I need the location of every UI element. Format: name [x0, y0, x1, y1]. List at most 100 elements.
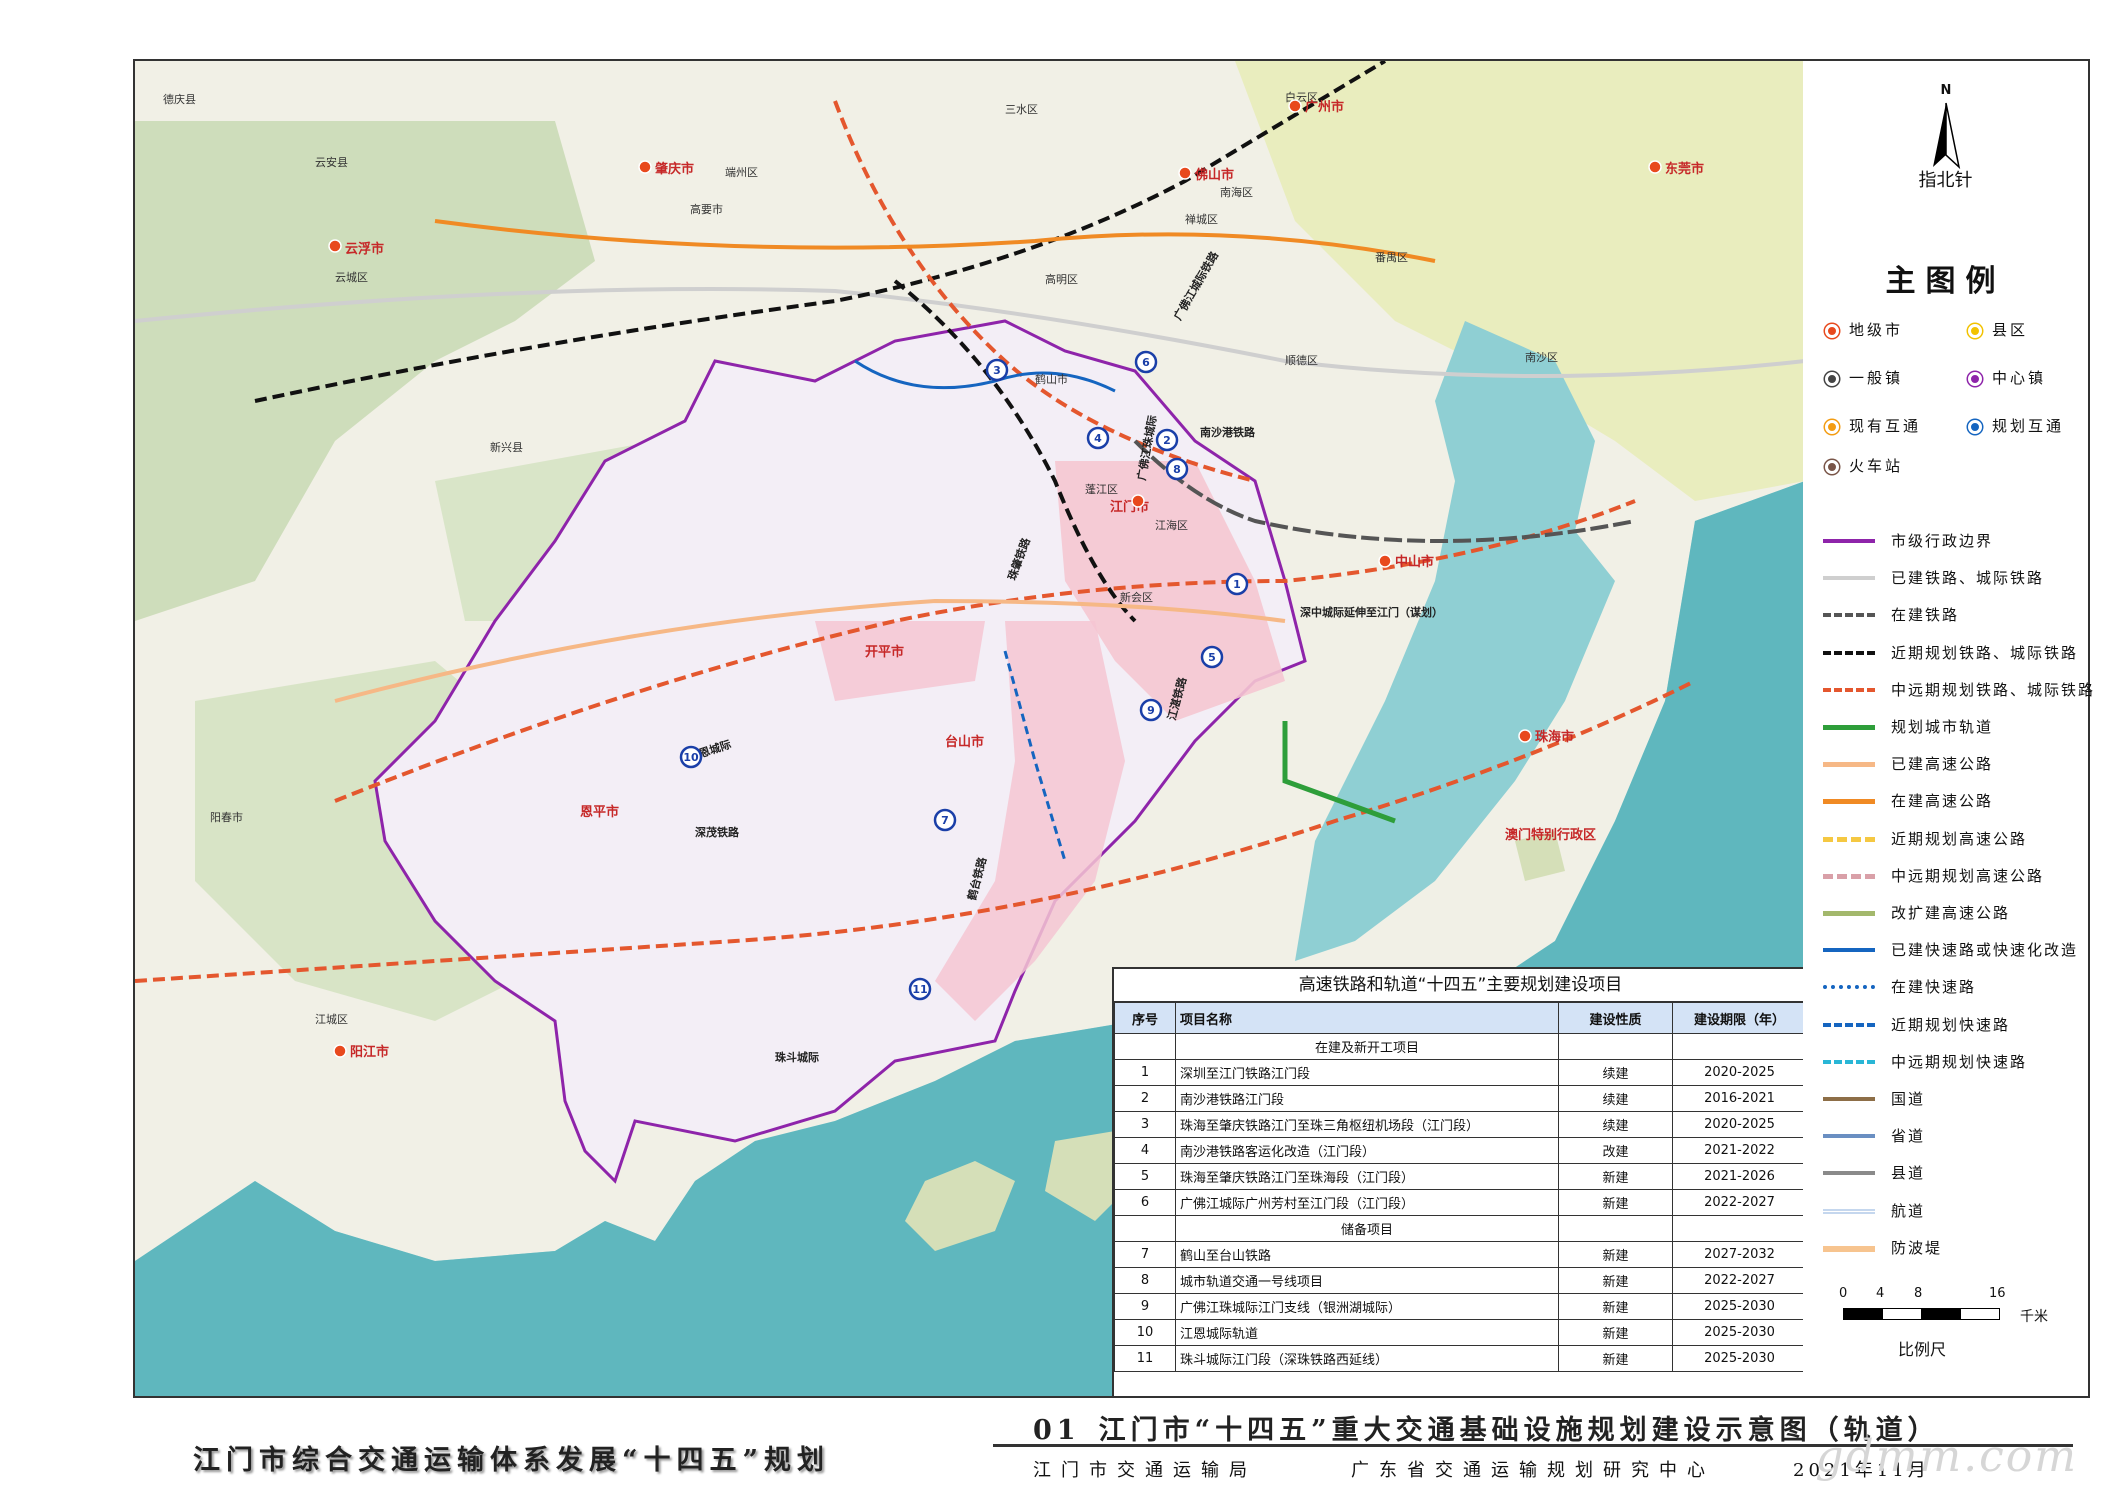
cell-no: 1 [1114, 1059, 1176, 1086]
cell-status: 新建 [1558, 1241, 1673, 1268]
legend-point-label: 规划互通 [1992, 417, 2065, 435]
table-row: 7 鹤山至台山铁路 新建 2027-2032 [1114, 1241, 1805, 1268]
legend-line-label: 中远期规划铁路、城际铁路 [1891, 681, 2096, 699]
legend-line-item: 已建铁路、城际铁路 [1823, 564, 2083, 590]
table-row: 3 珠海至肇庆铁路江门至珠三角枢纽机场段（江门段） 续建 2020-2025 [1114, 1111, 1805, 1138]
rail-label-shenmao: 深茂铁路 [695, 825, 740, 839]
legend-line-label: 防波堤 [1891, 1239, 1943, 1257]
watermark: gdmm.com [1815, 1431, 2078, 1482]
svg-text:11: 11 [912, 983, 927, 996]
project-table-grid: 序号 项目名称 建设性质 建设期限（年） 在建及新开工项目 1 深圳至江门铁路江门段… [1114, 1002, 1805, 1372]
project-marker-2[interactable]: 2 [1155, 428, 1179, 452]
planned-interchange-icon [1968, 420, 1982, 434]
legend-line-item: 近期规划高速公路 [1823, 825, 2083, 851]
legend-line-label: 近期规划铁路、城际铁路 [1891, 644, 2079, 662]
place-label-zhaoqing: 肇庆市 [654, 161, 694, 177]
prefecture-city-marker [328, 239, 342, 253]
legend-line-item: 国道 [1823, 1085, 2083, 1111]
legend-point-item: 现有互通 [1825, 415, 1921, 436]
legend-point-label: 中心镇 [1992, 369, 2047, 387]
project-marker-6[interactable]: 6 [1134, 350, 1158, 374]
place-label-macau: 澳门特别行政区 [1505, 827, 1596, 843]
place-label-gaoming: 高明区 [1045, 272, 1078, 286]
place-label-kaiping: 开平市 [865, 644, 904, 660]
prefecture-city-marker [1131, 494, 1145, 508]
county-district-icon [1968, 324, 1982, 338]
place-label-yuncheng: 云城区 [335, 271, 368, 284]
place-label-foshan: 佛山市 [1194, 167, 1234, 183]
legend-line-label: 改扩建高速公路 [1891, 904, 2011, 922]
place-label-guangzhou: 广州市 [1305, 99, 1344, 115]
legend-point-label: 一般镇 [1849, 369, 1904, 387]
scale-title: 比例尺 [1898, 1340, 1947, 1359]
town-icon [1825, 372, 1839, 386]
cell-period: 2025-2030 [1672, 1319, 1805, 1346]
svg-text:6: 6 [1142, 356, 1150, 369]
legend-line-swatch [1823, 613, 1875, 617]
header-name: 项目名称 [1175, 1002, 1559, 1034]
legend-line-item: 规划城市轨道 [1823, 713, 2083, 739]
table-header-row: 序号 项目名称 建设性质 建设期限（年） [1114, 1002, 1805, 1034]
legend-line-swatch [1823, 1097, 1875, 1101]
legend-line-swatch [1823, 874, 1875, 879]
place-label-duanzhou: 端州区 [725, 166, 758, 179]
project-marker-10[interactable]: 10 [679, 745, 703, 769]
legend-line-label: 已建铁路、城际铁路 [1891, 569, 2045, 587]
place-label-enping: 恩平市 [580, 804, 619, 820]
place-label-deqing: 德庆县 [163, 92, 196, 106]
project-marker-7[interactable]: 7 [933, 808, 957, 832]
cell-name: 珠海至肇庆铁路江门至珠海段（江门段） [1175, 1163, 1559, 1190]
section-title: 在建及新开工项目 [1175, 1033, 1559, 1060]
rail-label-shenzhong: 深中城际延伸至江门（谋划） [1300, 605, 1443, 619]
header-no: 序号 [1114, 1002, 1176, 1034]
cell-period: 2025-2030 [1672, 1293, 1805, 1320]
project-marker-1[interactable]: 1 [1225, 572, 1249, 596]
project-marker-8[interactable]: 8 [1165, 457, 1189, 481]
project-marker-3[interactable]: 3 [985, 358, 1009, 382]
existing-interchange-icon [1825, 420, 1839, 434]
cell-period: 2022-2027 [1672, 1189, 1805, 1216]
section-empty-cell [1114, 1033, 1176, 1060]
prefecture-city-marker [638, 160, 652, 174]
legend-line-label: 近期规划快速路 [1891, 1016, 2011, 1034]
cell-status: 续建 [1558, 1059, 1673, 1086]
cell-name: 珠斗城际江门段（深珠铁路西延线） [1175, 1345, 1559, 1372]
table-row: 5 珠海至肇庆铁路江门至珠海段（江门段） 新建 2021-2026 [1114, 1163, 1805, 1190]
project-marker-11[interactable]: 11 [908, 977, 932, 1001]
place-label-zhuhai: 珠海市 [1535, 729, 1574, 745]
project-marker-9[interactable]: 9 [1139, 698, 1163, 722]
section-title: 储备项目 [1175, 1215, 1559, 1242]
project-marker-4[interactable]: 4 [1086, 426, 1110, 450]
place-label-taishan: 台山市 [945, 734, 984, 750]
prefecture-city-marker [1288, 99, 1302, 113]
cell-no: 10 [1114, 1319, 1176, 1346]
legend-line-label: 中远期规划快速路 [1891, 1053, 2028, 1071]
project-marker-5[interactable]: 5 [1200, 645, 1224, 669]
place-label-yangjiang: 阳江市 [350, 1044, 389, 1060]
cell-status: 新建 [1558, 1293, 1673, 1320]
legend-line-swatch [1823, 1209, 1875, 1214]
legend-line-item: 县道 [1823, 1159, 2083, 1185]
cell-period: 2022-2027 [1672, 1267, 1805, 1294]
cell-period: 2016-2021 [1672, 1085, 1805, 1112]
cell-period: 2020-2025 [1672, 1111, 1805, 1138]
scale-tick: 8 [1914, 1286, 1923, 1301]
map-title: 01 江门市“十四五”重大交通基础设施规划建设示意图（轨道） [1033, 1408, 1940, 1447]
map-canvas[interactable]: 德庆县 三水区 白云区 云安县 肇庆市 端州区 佛山市 广州市 南海区 东莞市 … [133, 59, 1807, 1398]
cell-no: 3 [1114, 1111, 1176, 1138]
legend-point-item: 规划互通 [1968, 415, 2064, 436]
place-label-jianghai: 江海区 [1155, 518, 1188, 532]
legend-point-label: 现有互通 [1849, 417, 1922, 435]
table-row: 2 南沙港铁路江门段 续建 2016-2021 [1114, 1085, 1805, 1112]
table-row: 9 广佛江珠城际江门支线（银洲湖城际） 新建 2025-2030 [1114, 1293, 1805, 1320]
svg-text:3: 3 [993, 364, 1001, 377]
legend-point-label: 地级市 [1849, 321, 1904, 339]
cell-name: 广佛江珠城际江门支线（银洲湖城际） [1175, 1293, 1559, 1320]
legend-line-swatch [1823, 1134, 1875, 1138]
map-number: 01 [1033, 1415, 1081, 1446]
svg-text:9: 9 [1147, 704, 1155, 717]
north-letter: N [1940, 83, 1952, 98]
legend-line-swatch [1823, 651, 1875, 655]
cell-no: 7 [1114, 1241, 1176, 1268]
legend-point-item: 一般镇 [1825, 367, 1903, 388]
